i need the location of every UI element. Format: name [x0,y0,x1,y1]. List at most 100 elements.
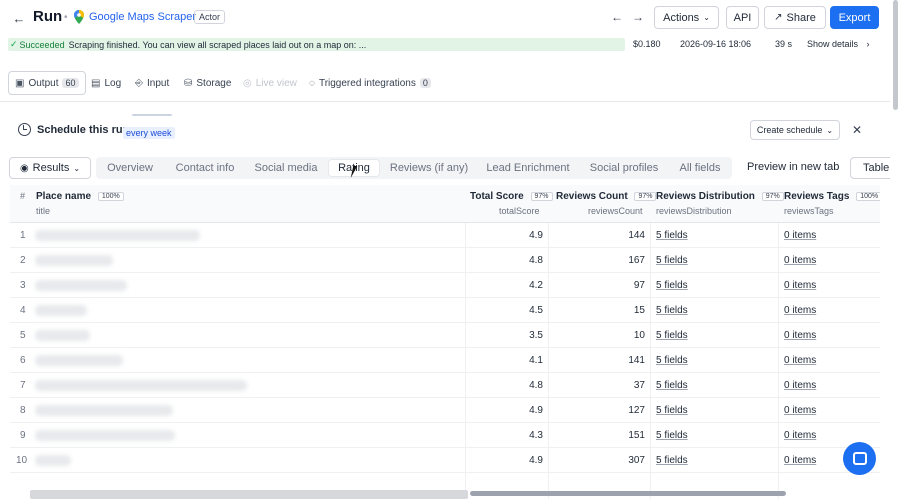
row-index: 5 [20,330,26,341]
col-reviews-distribution-header[interactable]: Reviews Distribution 97% [656,191,784,202]
back-arrow-icon[interactable]: ← [10,9,28,27]
reviews-distribution-link[interactable]: 5 fields [656,405,688,416]
tab-log[interactable]: ▤ Log [91,71,121,95]
redacted-place-name [35,230,200,241]
row-index: 6 [20,355,26,366]
breadcrumb-separator: • [64,12,68,23]
actor-link[interactable]: Google Maps Scraper [89,11,196,23]
section-divider [0,101,890,102]
tab-reviews[interactable]: Reviews (if any) [388,160,470,176]
table-row[interactable]: 4 4.5 15 5 fields 0 items [10,298,880,323]
reviews-distribution-link[interactable]: 5 fields [656,255,688,266]
tab-live-view[interactable]: ◎ Live view [243,71,297,95]
table-row[interactable]: 2 4.8 167 5 fields 0 items [10,248,880,273]
table-view-button[interactable]: Table [850,157,890,179]
vertical-scrollbar-thumb[interactable] [893,0,898,110]
reviews-count-value: 141 [628,355,645,366]
horizontal-scrollbar-track[interactable] [470,491,786,496]
tab-input-label: Input [147,77,170,89]
view-tabs: Overview Contact info Social media Ratin… [96,157,732,179]
col-reviews-tags-header[interactable]: Reviews Tags 100% [784,191,880,202]
tab-triggered-integrations-label: Triggered integrations [318,77,416,89]
actions-button[interactable]: Actions ⌄ [654,6,719,29]
table-view-label: Table [863,162,890,174]
table-row[interactable]: 3 4.2 97 5 fields 0 items [10,273,880,298]
reviews-tags-link[interactable]: 0 items [784,280,816,291]
table-row[interactable]: 7 4.8 37 5 fields 0 items [10,373,880,398]
table-row[interactable]: 6 4.1 141 5 fields 0 items [10,348,880,373]
reviews-distribution-link[interactable]: 5 fields [656,305,688,316]
chat-support-button[interactable] [843,442,876,475]
show-details-button[interactable]: Show details › [807,39,870,49]
reviews-tags-link[interactable]: 0 items [784,355,816,366]
tab-triggered-integrations[interactable]: ◌ Triggered integrations 0 [309,71,431,95]
reviews-distribution-link[interactable]: 5 fields [656,230,688,241]
results-table: # Place name 100% title Total Score 97% … [10,185,880,499]
reviews-tags-link[interactable]: 0 items [784,305,816,316]
show-details-label: Show details [807,39,859,49]
table-row[interactable]: 8 4.9 127 5 fields 0 items [10,398,880,423]
total-score-value: 4.3 [529,430,543,441]
close-icon[interactable]: ✕ [852,123,862,137]
tab-all-fields[interactable]: All fields [674,160,726,176]
tab-lead-enrichment[interactable]: Lead Enrichment [483,160,573,176]
status-state: Succeeded [19,39,65,50]
table-row[interactable]: 1 4.9 144 5 fields 0 items [10,223,880,248]
reviews-count-value: 167 [628,255,645,266]
preview-new-tab-button[interactable]: Preview in new tab [747,161,839,173]
row-index: 2 [20,255,26,266]
tab-social-media[interactable]: Social media [251,160,321,176]
col-reviews-count-header[interactable]: Reviews Count 97% [556,191,657,202]
api-button[interactable]: API [726,6,759,29]
col-total-score-field: totalScore [499,206,540,216]
next-run-arrow-icon[interactable]: → [630,9,646,25]
tab-social-profiles[interactable]: Social profiles [586,160,662,176]
create-schedule-button[interactable]: Create schedule ⌄ [750,120,840,140]
table-row[interactable]: 10 4.9 307 5 fields 0 items [10,448,880,473]
tab-contact-info[interactable]: Contact info [170,160,240,176]
reviews-distribution-link[interactable]: 5 fields [656,455,688,466]
reviews-tags-link[interactable]: 0 items [784,455,816,466]
col-reviews-count-label: Reviews Count [556,191,628,202]
col-index-header: # [20,191,26,201]
prev-run-arrow-icon[interactable]: ← [609,9,625,25]
col-reviews-count-fill: 97% [634,192,657,201]
results-dropdown[interactable]: ◉ Results ⌄ [9,157,91,179]
col-reviews-distribution-field: reviewsDistribution [656,206,732,216]
chevron-down-icon: ⌄ [703,13,710,22]
tab-storage[interactable]: ⛁ Storage [184,71,231,95]
col-total-score-header[interactable]: Total Score 97% [470,191,553,202]
tab-output[interactable]: ▣ Output 60 [8,71,86,95]
col-place-name-header[interactable]: Place name 100% [36,191,124,202]
reviews-tags-link[interactable]: 0 items [784,430,816,441]
reviews-count-value: 97 [633,280,645,291]
table-row[interactable]: 5 3.5 10 5 fields 0 items [10,323,880,348]
reviews-distribution-link[interactable]: 5 fields [656,280,688,291]
tab-input[interactable]: ⎆ Input [135,71,169,95]
reviews-distribution-link[interactable]: 5 fields [656,355,688,366]
reviews-tags-link[interactable]: 0 items [784,380,816,391]
tab-overview[interactable]: Overview [102,160,158,176]
reviews-distribution-link[interactable]: 5 fields [656,330,688,341]
reviews-distribution-link[interactable]: 5 fields [656,430,688,441]
col-reviews-distribution-fill: 97% [761,192,784,201]
schedule-frequency-badge[interactable]: every week [123,127,175,139]
share-button[interactable]: ↗ Share [764,6,826,29]
total-score-value: 4.2 [529,280,543,291]
horizontal-scrollbar-thumb[interactable] [30,490,468,499]
eye-icon: ◉ [19,162,29,174]
row-index: 1 [20,230,26,241]
table-row[interactable]: 9 4.3 151 5 fields 0 items [10,423,880,448]
reviews-distribution-link[interactable]: 5 fields [656,380,688,391]
reviews-tags-link[interactable]: 0 items [784,330,816,341]
reviews-tags-link[interactable]: 0 items [784,405,816,416]
reviews-tags-link[interactable]: 0 items [784,230,816,241]
row-index: 7 [20,380,26,391]
integrations-count-badge: 0 [419,78,431,88]
reviews-tags-link[interactable]: 0 items [784,255,816,266]
schedule-title: Schedule this run [37,124,130,136]
export-button[interactable]: Export [830,6,879,29]
create-schedule-label: Create schedule [756,125,823,135]
run-page: ← Run • Google Maps Scraper Actor ← → Ac… [0,0,890,499]
reviews-count-value: 15 [633,305,645,316]
